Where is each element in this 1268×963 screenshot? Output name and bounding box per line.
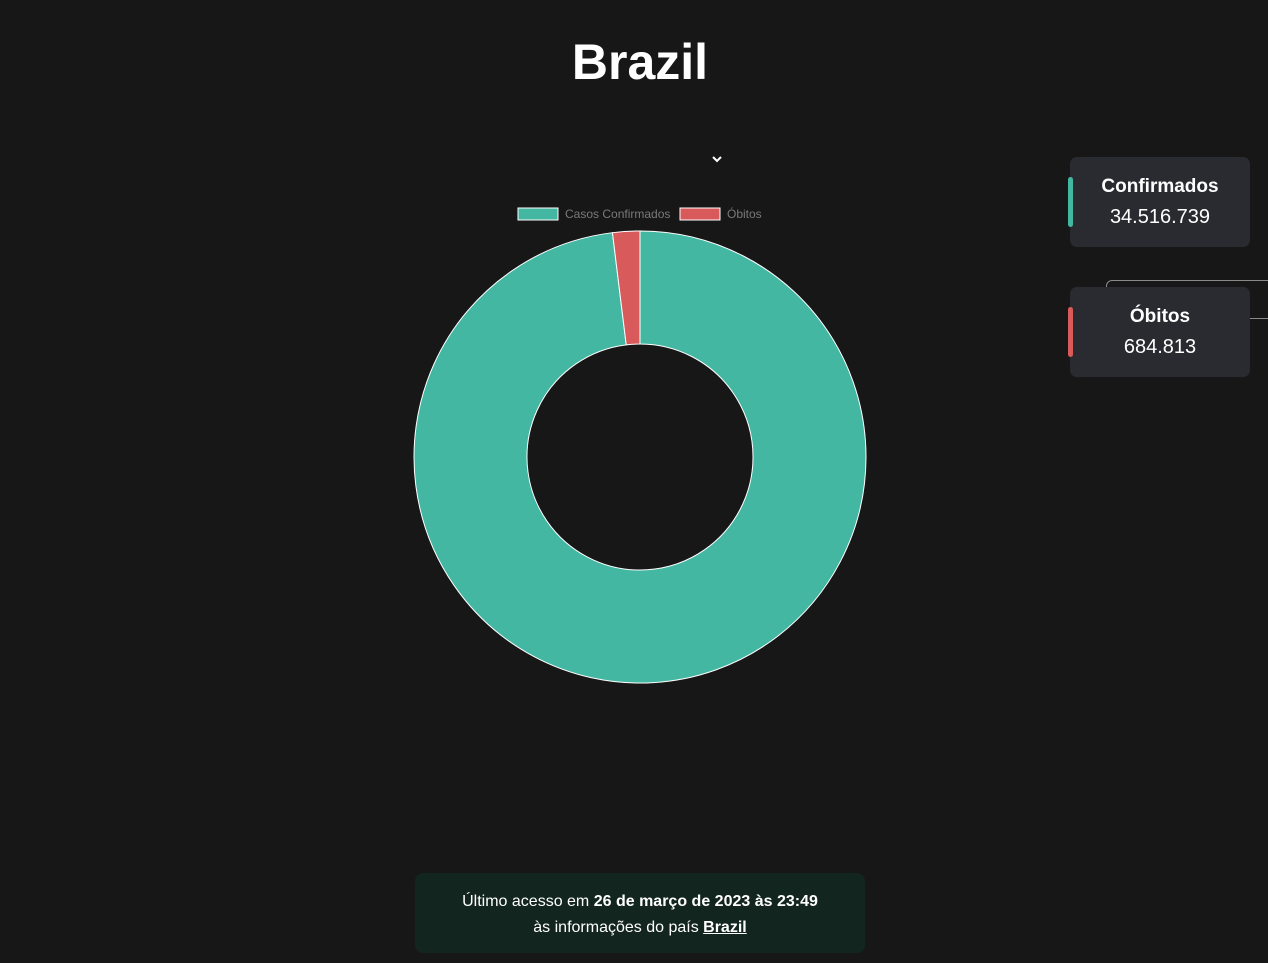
page-title: Brazil bbox=[571, 34, 709, 90]
confirmed-card: Confirmados 34.516.739 bbox=[1068, 157, 1250, 247]
legend-swatch bbox=[517, 207, 559, 221]
deaths-label: Óbitos bbox=[1129, 306, 1191, 327]
footer-line2-prefix: às informações do país bbox=[533, 919, 699, 936]
chart-legend: Casos Confirmados Óbitos bbox=[517, 206, 762, 221]
page: Brazil Brazil Casos Confirmados Óbitos Co… bbox=[0, 0, 1268, 963]
chart-slices bbox=[413, 230, 867, 684]
legend-swatch bbox=[679, 207, 721, 221]
deaths-value: 684.813 bbox=[1123, 336, 1197, 358]
confirmed-label: Confirmados bbox=[1101, 176, 1219, 197]
footer-line-2: às informações do país Brazil bbox=[415, 915, 865, 941]
deaths-card: Óbitos 684.813 bbox=[1068, 287, 1250, 377]
chevron-down-icon bbox=[712, 156, 722, 163]
country-select-wrapper: Brazil bbox=[553, 140, 1268, 319]
confirmed-value: 34.516.739 bbox=[1109, 206, 1211, 228]
legend-item-confirmed[interactable]: Casos Confirmados bbox=[517, 207, 670, 221]
legend-item-deaths[interactable]: Óbitos bbox=[679, 206, 762, 221]
doughnut-chart: Casos Confirmados Óbitos bbox=[413, 206, 867, 684]
footer-datetime: 26 de março de 2023 às 23:49 bbox=[593, 893, 818, 910]
legend-label: Óbitos bbox=[727, 206, 762, 221]
legend-label: Casos Confirmados bbox=[565, 207, 670, 221]
footer-prefix: Último acesso em bbox=[462, 893, 590, 910]
footer-country-link[interactable]: Brazil bbox=[703, 919, 747, 936]
footer-line-1: Último acesso em 26 de março de 2023 às … bbox=[415, 889, 865, 915]
last-access-footer: Último acesso em 26 de março de 2023 às … bbox=[415, 873, 865, 953]
